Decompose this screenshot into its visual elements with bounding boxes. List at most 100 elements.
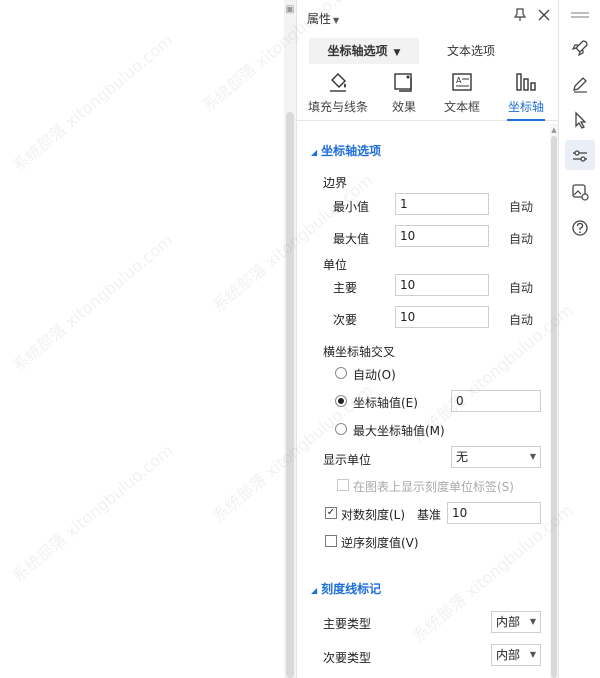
section-axis-options-title: 坐标轴选项 <box>321 144 382 158</box>
fill-bucket-icon <box>330 73 346 92</box>
document-scrollbar-thumb[interactable] <box>286 112 294 678</box>
log-base-input[interactable]: 10 <box>447 502 541 524</box>
major-unit-label: 主要 <box>333 281 358 295</box>
major-tick-type-select[interactable]: 内部 ▼ <box>491 611 541 633</box>
pen-icon <box>573 76 587 93</box>
radio-crosses-max[interactable] <box>335 423 347 435</box>
minor-unit-label: 次要 <box>333 313 358 327</box>
reverse-order-label[interactable]: 逆序刻度值(V) <box>341 534 419 551</box>
help-button[interactable] <box>565 212 595 242</box>
major-tick-type-value: 内部 <box>496 615 521 629</box>
select-button[interactable] <box>565 104 595 134</box>
max-auto-button[interactable]: 自动 <box>509 230 533 247</box>
reverse-order-checkbox[interactable] <box>325 535 337 547</box>
radio-crosses-axis-value-label[interactable]: 坐标轴值(E) <box>353 394 418 411</box>
pin-icon <box>513 8 527 21</box>
scroll-up-icon[interactable]: ▣ <box>285 4 295 16</box>
minor-unit-input[interactable]: 10 <box>395 306 489 328</box>
subtab-axis-label: 坐标轴 <box>507 100 544 114</box>
axis-options-content: ◢ 坐标轴选项 边界 最小值 1 自动 最大值 10 自动 单位 主要 10 自动… <box>297 124 559 678</box>
log-base-label: 基准 <box>417 508 442 522</box>
close-button[interactable] <box>535 8 553 26</box>
major-auto-button[interactable]: 自动 <box>509 279 533 296</box>
axis-bars-icon <box>516 73 536 91</box>
display-units-select[interactable]: 无 ▼ <box>451 446 541 468</box>
rocket-icon <box>571 39 588 56</box>
help-icon <box>572 219 588 236</box>
svg-text:A: A <box>456 76 462 85</box>
panel-header: 属性 ▼ <box>297 0 559 36</box>
rail-drag-handle[interactable] <box>571 12 589 20</box>
max-label: 最大值 <box>333 232 370 246</box>
cursor-icon <box>575 110 587 129</box>
section-axis-options-header[interactable]: ◢ 坐标轴选项 <box>311 142 381 159</box>
radio-crosses-auto[interactable] <box>335 367 347 379</box>
pin-button[interactable] <box>511 8 529 26</box>
section-tick-marks-header[interactable]: ◢ 刻度线标记 <box>311 580 381 597</box>
panel-scrollbar[interactable]: ▲ <box>550 124 558 678</box>
radio-crosses-auto-label[interactable]: 自动(O) <box>353 366 396 383</box>
panel-title-menu[interactable]: 属性 ▼ <box>307 10 339 27</box>
document-scrollbar[interactable]: ▣ <box>284 0 296 678</box>
tab-text-options-label: 文本选项 <box>446 44 495 58</box>
sliders-icon <box>573 149 587 162</box>
rocket-button[interactable] <box>565 32 595 62</box>
section-tick-marks-title: 刻度线标记 <box>321 582 382 596</box>
max-bound-input[interactable]: 10 <box>395 225 489 247</box>
major-unit-input[interactable]: 10 <box>395 274 489 296</box>
subtab-effects-label: 效果 <box>391 100 416 114</box>
chevron-down-icon: ▼ <box>529 650 536 659</box>
textbox-icon: A <box>452 73 472 91</box>
subtab-fill-line-label: 填充与线条 <box>307 100 368 114</box>
active-tab-indicator <box>507 119 545 121</box>
subtab-axis[interactable]: 坐标轴 <box>493 70 559 121</box>
display-units-value: 无 <box>456 450 469 464</box>
minor-tick-type-select[interactable]: 内部 ▼ <box>491 644 541 666</box>
edit-button[interactable] <box>565 68 595 98</box>
effects-icon <box>394 73 412 92</box>
properties-panel: 属性 ▼ 坐标轴选项 ▼ 文本选项 填充与线条 效果 A 文本框 坐标轴 ◢ 坐… <box>296 0 559 678</box>
collapse-triangle-icon: ◢ <box>311 148 318 157</box>
crosses-axis-value-input[interactable]: 0 <box>451 390 541 412</box>
chevron-down-icon: ▼ <box>333 16 340 25</box>
bounds-label: 边界 <box>323 176 348 190</box>
collapse-triangle-icon: ◢ <box>311 586 318 595</box>
panel-scrollbar-thumb[interactable] <box>551 136 557 678</box>
major-tick-type-label: 主要类型 <box>323 617 372 631</box>
min-auto-button[interactable]: 自动 <box>509 198 533 215</box>
document-canvas[interactable] <box>0 0 284 678</box>
image-settings-icon <box>572 183 589 201</box>
log-scale-checkbox[interactable]: ✓ <box>325 507 337 519</box>
panel-title: 属性 <box>307 12 332 26</box>
tab-axis-options[interactable]: 坐标轴选项 ▼ <box>309 38 419 64</box>
tab-text-options[interactable]: 文本选项 <box>427 38 515 64</box>
show-units-label-checkbox[interactable] <box>337 479 349 491</box>
minor-tick-type-value: 内部 <box>496 648 521 662</box>
subtab-textbox-label: 文本框 <box>443 100 480 114</box>
min-bound-input[interactable]: 1 <box>395 193 489 215</box>
properties-button[interactable] <box>565 140 595 170</box>
minor-auto-button[interactable]: 自动 <box>509 311 533 328</box>
show-units-label-text: 在图表上显示刻度单位标签(S) <box>353 480 514 494</box>
chevron-down-icon: ▼ <box>393 48 401 58</box>
display-units-label: 显示单位 <box>323 453 372 467</box>
subtab-textbox[interactable]: A 文本框 <box>429 70 495 120</box>
format-subtabs: 填充与线条 效果 A 文本框 坐标轴 <box>297 66 559 121</box>
subtab-effects[interactable]: 效果 <box>371 70 437 120</box>
chevron-down-icon: ▼ <box>529 452 536 461</box>
close-icon <box>538 9 550 21</box>
image-settings-button[interactable] <box>565 176 595 206</box>
right-tool-rail <box>558 0 600 678</box>
tab-axis-options-label: 坐标轴选项 <box>327 44 388 58</box>
panel-tabs: 坐标轴选项 ▼ 文本选项 <box>309 38 547 64</box>
radio-crosses-axis-value[interactable] <box>335 395 347 407</box>
minor-tick-type-label: 次要类型 <box>323 651 372 665</box>
chevron-down-icon: ▼ <box>529 617 536 626</box>
units-label: 单位 <box>323 258 348 272</box>
horizontal-axis-crosses-label: 横坐标轴交叉 <box>323 345 396 359</box>
subtab-fill-line[interactable]: 填充与线条 <box>305 70 371 120</box>
log-scale-label[interactable]: 对数刻度(L) <box>341 506 405 523</box>
radio-crosses-max-label[interactable]: 最大坐标轴值(M) <box>353 422 445 439</box>
scroll-up-icon[interactable]: ▲ <box>550 126 558 134</box>
min-label: 最小值 <box>333 200 370 214</box>
